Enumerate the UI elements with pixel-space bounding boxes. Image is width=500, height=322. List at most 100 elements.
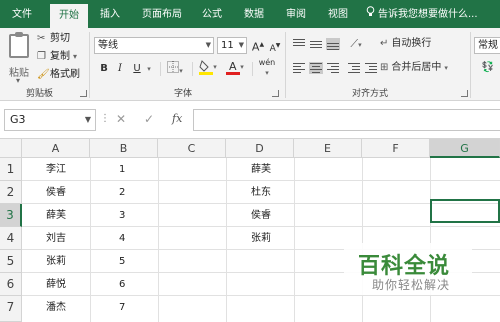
insert-function-icon[interactable]: fx — [172, 112, 182, 125]
cell-a3[interactable]: 薛芙 — [46, 204, 66, 227]
font-group-label: 字体 — [174, 89, 193, 99]
font-color-button[interactable]: A ▾ — [224, 59, 246, 75]
column-header-f[interactable]: F — [362, 139, 430, 158]
clipboard-launcher-icon[interactable] — [80, 90, 87, 97]
format-painter-button[interactable]: 🖌格式刷 — [37, 67, 80, 83]
cell-d4[interactable]: 张莉 — [251, 227, 271, 250]
row-header-2[interactable]: 2 — [0, 181, 22, 204]
tab-review[interactable]: 审阅 — [280, 0, 312, 28]
align-center-icon[interactable] — [309, 62, 323, 74]
tell-me-box[interactable]: 告诉我您想要做什么... — [366, 0, 478, 28]
cell-d2[interactable]: 杜东 — [251, 181, 271, 204]
phonetic-label: wén — [258, 58, 276, 67]
divider — [160, 62, 161, 76]
alignment-launcher-icon[interactable] — [461, 90, 468, 97]
cell-b5[interactable]: 5 — [119, 250, 125, 273]
copy-label: 复制 — [50, 51, 70, 62]
row-header-7[interactable]: 7 — [0, 296, 22, 322]
column-header-a[interactable]: A — [22, 139, 90, 158]
gridline — [362, 158, 363, 322]
column-header-d[interactable]: D — [226, 139, 294, 158]
align-middle-icon[interactable] — [309, 38, 323, 50]
cell-d1[interactable]: 薛芙 — [251, 158, 271, 181]
tab-insert[interactable]: 插入 — [92, 0, 128, 28]
tab-view[interactable]: 视图 — [322, 0, 354, 28]
column-header-c[interactable]: C — [158, 139, 226, 158]
cancel-icon[interactable]: ✕ — [116, 112, 126, 126]
chevron-down-icon: ▾ — [16, 76, 21, 85]
formula-input[interactable] — [193, 109, 500, 131]
cell-d3[interactable]: 侯睿 — [251, 204, 271, 227]
font-launcher-icon[interactable] — [272, 90, 279, 97]
enter-icon[interactable]: ✓ — [144, 112, 154, 126]
cell-b7[interactable]: 7 — [119, 296, 125, 319]
cut-label: 剪切 — [50, 33, 70, 44]
phonetic-guide-button[interactable]: wén ▾ — [256, 58, 278, 77]
paint-bucket-icon — [199, 60, 214, 75]
cell-a2[interactable]: 侯睿 — [46, 181, 66, 204]
column-header-e[interactable]: E — [294, 139, 362, 158]
increase-indent-icon[interactable] — [364, 62, 378, 74]
tab-formulas[interactable]: 公式 — [196, 0, 228, 28]
row-header-6[interactable]: 6 — [0, 273, 22, 296]
cell-b6[interactable]: 6 — [119, 273, 125, 296]
chevron-down-icon[interactable]: ▾ — [144, 61, 154, 77]
cell-b4[interactable]: 4 — [119, 227, 125, 250]
decrease-indent-icon[interactable] — [347, 62, 361, 74]
format-painter-label: 格式刷 — [50, 69, 80, 80]
row-header-5[interactable]: 5 — [0, 250, 22, 273]
merge-center-button[interactable]: ⊞ 合并后居中 ▾ — [380, 60, 472, 76]
copy-button[interactable]: ❐ 复制 ▾ — [37, 49, 77, 65]
cell-a6[interactable]: 薛悦 — [46, 273, 66, 296]
cell-b2[interactable]: 2 — [119, 181, 125, 204]
gridline — [158, 158, 159, 322]
row-header-4[interactable]: 4 — [0, 227, 22, 250]
borders-button[interactable]: ▾ — [164, 61, 186, 77]
decrease-font-size-button[interactable]: A▼ — [268, 38, 282, 54]
number-format-select[interactable]: 常规 — [474, 37, 500, 54]
cell-a5[interactable]: 张莉 — [46, 250, 66, 273]
divider — [192, 62, 193, 76]
wrap-text-button[interactable]: ↵ 自动换行 — [380, 36, 444, 52]
align-right-icon[interactable] — [326, 62, 340, 74]
cell-a7[interactable]: 潘杰 — [46, 296, 66, 319]
more-options-icon[interactable]: ⋮ — [100, 113, 110, 124]
name-box-value: G3 — [10, 113, 26, 126]
cell-a4[interactable]: 刘吉 — [46, 227, 66, 250]
cell-b3[interactable]: 3 — [119, 204, 125, 227]
underline-button[interactable]: U — [130, 61, 144, 77]
tab-data[interactable]: 数据 — [238, 0, 270, 28]
italic-button[interactable]: I — [113, 61, 127, 77]
selected-cell-g3[interactable] — [430, 199, 500, 223]
tab-home[interactable]: 开始 — [50, 4, 88, 28]
increase-font-size-button[interactable]: A▲ — [251, 37, 265, 54]
bold-button[interactable]: B — [97, 61, 111, 77]
font-name-select[interactable]: 等线 ▼ — [94, 37, 214, 54]
row-header-3[interactable]: 3 — [0, 204, 22, 227]
orientation-button[interactable]: ⟋▾ — [345, 36, 367, 52]
fill-color-button[interactable]: ▾ — [196, 59, 220, 75]
column-header-b[interactable]: B — [90, 139, 158, 158]
cut-button[interactable]: ✂ 剪切 — [37, 31, 70, 47]
align-left-icon[interactable] — [292, 62, 306, 74]
accounting-format-button[interactable]: 💱 — [476, 60, 500, 76]
clipboard-icon — [9, 32, 29, 58]
column-header-g[interactable]: G — [430, 139, 500, 158]
cell-a1[interactable]: 李江 — [46, 158, 66, 181]
name-box[interactable]: G3 ▼ — [4, 109, 96, 131]
align-bottom-icon[interactable] — [326, 38, 340, 50]
tab-page-layout[interactable]: 页面布局 — [136, 0, 188, 28]
tab-file[interactable]: 文件 — [0, 0, 44, 28]
group-divider — [89, 32, 90, 98]
svg-text:A: A — [229, 60, 237, 73]
align-top-icon[interactable] — [292, 38, 306, 50]
chevron-down-icon: ▾ — [358, 41, 362, 49]
row-header-1[interactable]: 1 — [0, 158, 22, 181]
font-size-select[interactable]: 11 ▼ — [217, 37, 247, 54]
paste-button[interactable]: 粘贴 ▾ — [6, 32, 32, 85]
font-size-value: 11 — [221, 40, 234, 51]
chevron-down-icon: ▾ — [444, 64, 448, 72]
cell-b1[interactable]: 1 — [119, 158, 125, 181]
gridline — [226, 158, 227, 322]
select-all-corner[interactable] — [0, 139, 22, 158]
